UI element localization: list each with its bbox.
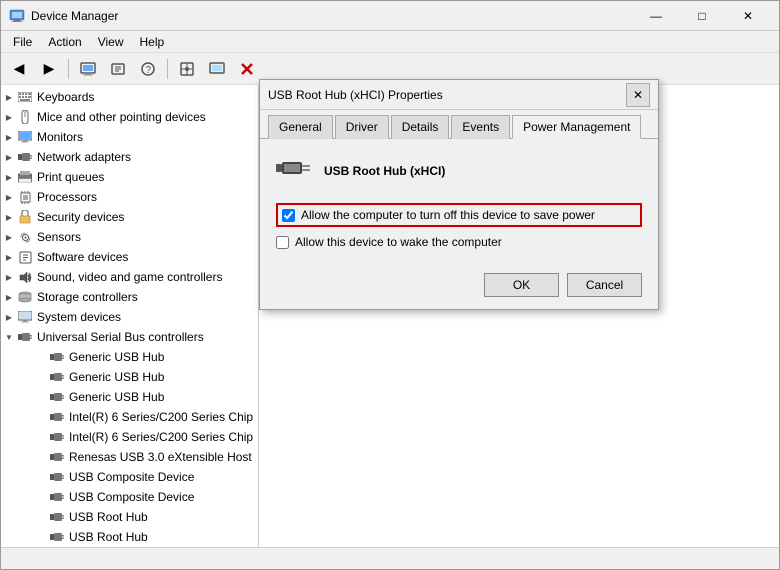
dialog-footer: OK Cancel	[260, 265, 658, 309]
device-name: USB Root Hub (xHCI)	[324, 164, 445, 178]
tab-details[interactable]: Details	[391, 115, 450, 139]
tab-driver[interactable]: Driver	[335, 115, 389, 139]
allow-wakeup-checkbox[interactable]	[276, 236, 289, 249]
cancel-button[interactable]: Cancel	[567, 273, 642, 297]
dialog-close-button[interactable]: ✕	[626, 83, 650, 107]
dialog-tabs: General Driver Details Events Power Mana…	[260, 110, 658, 139]
tab-general[interactable]: General	[268, 115, 333, 139]
dialog-title-text: USB Root Hub (xHCI) Properties	[268, 88, 626, 102]
checkbox1-row: Allow the computer to turn off this devi…	[276, 203, 642, 227]
properties-dialog: USB Root Hub (xHCI) Properties ✕ General…	[259, 79, 659, 310]
device-header: USB Root Hub (xHCI)	[276, 155, 642, 187]
dialog-overlay: USB Root Hub (xHCI) Properties ✕ General…	[1, 1, 779, 569]
ok-button[interactable]: OK	[484, 273, 559, 297]
allow-wakeup-label[interactable]: Allow this device to wake the computer	[295, 235, 502, 249]
allow-turnoff-label[interactable]: Allow the computer to turn off this devi…	[301, 208, 595, 222]
checkbox-group: Allow the computer to turn off this devi…	[276, 203, 642, 249]
main-window: Device Manager — □ ✕ File Action View He…	[0, 0, 780, 570]
tab-power-management[interactable]: Power Management	[512, 115, 641, 139]
dialog-title-bar: USB Root Hub (xHCI) Properties ✕	[260, 80, 658, 110]
allow-turnoff-checkbox[interactable]	[282, 209, 295, 222]
device-icon	[276, 155, 312, 187]
dialog-content: USB Root Hub (xHCI) Allow the computer t…	[260, 139, 658, 265]
tab-events[interactable]: Events	[451, 115, 510, 139]
checkbox2-row: Allow this device to wake the computer	[276, 235, 642, 249]
